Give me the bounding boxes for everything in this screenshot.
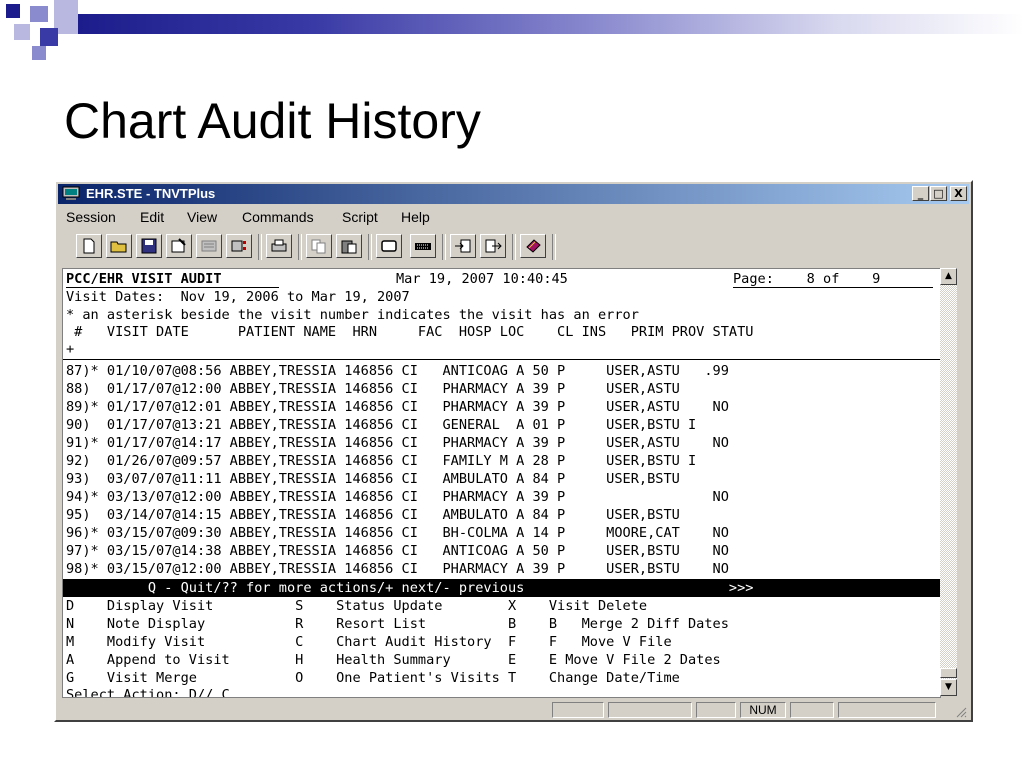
new-icon[interactable] — [76, 234, 102, 258]
close-button[interactable]: X — [950, 186, 967, 201]
decoration-square — [32, 46, 46, 60]
status-pane — [838, 702, 936, 718]
visit-row: 90) 01/17/07@13:21 ABBEY,TRESSIA 146856 … — [66, 417, 697, 433]
save-icon[interactable] — [136, 234, 162, 258]
decoration-square — [6, 4, 20, 18]
title-decoration-bar — [78, 14, 1024, 34]
visit-row: 94)* 03/13/07@12:00 ABBEY,TRESSIA 146856… — [66, 489, 729, 505]
minimize-button[interactable]: _ — [912, 186, 929, 201]
status-pane — [552, 702, 604, 718]
visit-row: 92) 01/26/07@09:57 ABBEY,TRESSIA 146856 … — [66, 453, 697, 469]
visit-dates-line: Visit Dates: Nov 19, 2006 to Mar 19, 200… — [66, 289, 410, 305]
column-header-divider — [63, 359, 940, 360]
column-headers: # VISIT DATE PATIENT NAME HRN FAC HOSP L… — [66, 324, 754, 340]
scroll-down-icon[interactable]: ▼ — [940, 679, 957, 696]
keymap-icon[interactable] — [196, 234, 222, 258]
slide-title: Chart Audit History — [64, 93, 481, 149]
copy-icon[interactable] — [306, 234, 332, 258]
visit-row: 93) 03/07/07@11:11 ABBEY,TRESSIA 146856 … — [66, 471, 680, 487]
decoration-square — [40, 28, 58, 46]
toolbar-separator — [552, 234, 556, 260]
visit-row: 96)* 03/15/07@09:30 ABBEY,TRESSIA 146856… — [66, 525, 729, 541]
asterisk-note-line: * an asterisk beside the visit number in… — [66, 307, 639, 323]
select-action-prompt[interactable]: Select Action: D// C — [66, 686, 230, 697]
menu-view[interactable]: View — [187, 209, 217, 225]
application-window: EHR.STE - TNVTPlus _ □ X Session Edit Vi… — [54, 180, 973, 722]
open-icon[interactable] — [106, 234, 132, 258]
window-icon[interactable] — [376, 234, 402, 258]
terminal-header-page: Page: 8 of 9 — [733, 271, 881, 287]
visit-row: 97)* 03/15/07@14:38 ABBEY,TRESSIA 146856… — [66, 543, 729, 559]
terminal-app-icon — [62, 186, 80, 200]
visit-row: 98)* 03/15/07@12:00 ABBEY,TRESSIA 146856… — [66, 561, 729, 577]
toolbar — [62, 232, 731, 264]
header-underline — [733, 287, 933, 288]
receive-file-icon[interactable] — [480, 234, 506, 258]
keyboard-icon[interactable] — [410, 234, 436, 258]
toolbar-separator — [442, 234, 446, 260]
decoration-square — [30, 6, 48, 22]
menu-help[interactable]: Help — [401, 209, 430, 225]
vertical-scrollbar[interactable]: ▲ ▼ — [940, 268, 957, 696]
visit-row: 89)* 01/17/07@12:01 ABBEY,TRESSIA 146856… — [66, 399, 729, 415]
visit-row: 88) 01/17/07@12:00 ABBEY,TRESSIA 146856 … — [66, 381, 680, 397]
action-menu-row: D Display Visit S Status Update X Visit … — [66, 598, 648, 614]
action-menu-row: A Append to Visit H Health Summary E E M… — [66, 652, 721, 668]
status-bar: NUM — [58, 700, 969, 720]
toolbar-separator — [368, 234, 372, 260]
resize-grip-icon[interactable] — [955, 706, 967, 718]
menu-edit[interactable]: Edit — [140, 209, 164, 225]
action-menu-row: M Modify Visit C Chart Audit History F F… — [66, 634, 672, 650]
maximize-button[interactable]: □ — [930, 186, 947, 201]
num-lock-indicator: NUM — [740, 702, 786, 718]
menu-commands[interactable]: Commands — [242, 209, 314, 225]
visit-row: 87)* 01/10/07@08:56 ABBEY,TRESSIA 146856… — [66, 363, 729, 379]
plus-line: + — [66, 341, 75, 357]
scroll-thumb[interactable] — [940, 668, 957, 678]
toolbar-separator — [512, 234, 516, 260]
visit-row: 91)* 01/17/07@14:17 ABBEY,TRESSIA 146856… — [66, 435, 729, 451]
action-menu-row: G Visit Merge O One Patient's Visits T C… — [66, 670, 680, 686]
macro-icon[interactable] — [520, 234, 546, 258]
colors-icon[interactable] — [226, 234, 252, 258]
terminal-screen[interactable]: PCC/EHR VISIT AUDIT Mar 19, 2007 10:40:4… — [62, 268, 941, 698]
terminal-header-title: PCC/EHR VISIT AUDIT — [66, 271, 222, 287]
window-titlebar[interactable]: EHR.STE - TNVTPlus _ □ X — [58, 184, 969, 204]
action-prompt-bar: Q - Quit/?? for more actions/+ next/- pr… — [63, 579, 940, 597]
menu-script[interactable]: Script — [342, 209, 378, 225]
toolbar-separator — [298, 234, 302, 260]
menu-bar: Session Edit View Commands Script Help — [58, 206, 969, 228]
properties-icon[interactable] — [166, 234, 192, 258]
send-file-icon[interactable] — [450, 234, 476, 258]
toolbar-separator — [258, 234, 262, 260]
visit-row: 95) 03/14/07@14:15 ABBEY,TRESSIA 146856 … — [66, 507, 680, 523]
paste-icon[interactable] — [336, 234, 362, 258]
scroll-up-icon[interactable]: ▲ — [940, 268, 957, 285]
status-pane — [608, 702, 692, 718]
decoration-square — [14, 24, 30, 40]
menu-session[interactable]: Session — [66, 209, 116, 225]
terminal-header-date: Mar 19, 2007 10:40:45 — [396, 271, 568, 287]
window-title: EHR.STE - TNVTPlus — [86, 186, 216, 201]
print-icon[interactable] — [266, 234, 292, 258]
action-menu-row: N Note Display R Resort List B B Merge 2… — [66, 616, 729, 632]
status-pane — [696, 702, 736, 718]
status-pane — [790, 702, 834, 718]
